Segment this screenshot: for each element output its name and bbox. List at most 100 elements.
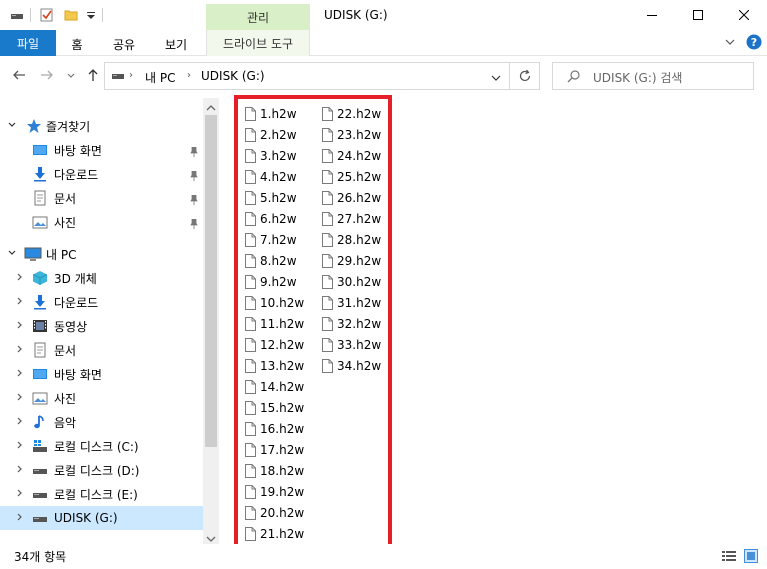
- close-button[interactable]: [721, 0, 767, 30]
- nav-item-label: UDISK (G:): [54, 511, 118, 525]
- document-icon: [32, 342, 48, 358]
- desktop-icon: [32, 142, 48, 158]
- chevron-right-icon[interactable]: [14, 416, 26, 429]
- refresh-button[interactable]: [510, 62, 540, 90]
- chevron-right-icon[interactable]: [14, 320, 26, 333]
- desktop-icon: [32, 366, 48, 382]
- address-dropdown-icon[interactable]: [491, 72, 501, 86]
- drive-icon: [32, 486, 48, 502]
- nav-item-desktop[interactable]: 바탕 화면: [0, 362, 203, 386]
- chevron-right-icon[interactable]: [14, 488, 26, 501]
- pin-icon[interactable]: [190, 218, 198, 229]
- pin-icon[interactable]: [190, 194, 198, 205]
- title-bar: 관리 UDISK (G:): [0, 0, 767, 32]
- computer-icon: [24, 246, 42, 262]
- details-view-icon[interactable]: [722, 550, 736, 565]
- windows-drive-icon: [32, 438, 48, 454]
- scroll-up-icon[interactable]: [206, 101, 216, 115]
- nav-item-local-disk-d[interactable]: 로컬 디스크 (D:): [0, 458, 203, 482]
- nav-item-downloads[interactable]: 다운로드: [0, 162, 203, 186]
- divider: [102, 8, 103, 22]
- status-bar: 34개 항목: [0, 544, 767, 569]
- new-folder-icon[interactable]: [64, 8, 78, 22]
- search-box[interactable]: UDISK (G:) 검색: [552, 62, 754, 90]
- nav-item-pictures[interactable]: 사진: [0, 386, 203, 410]
- nav-item-label: 로컬 디스크 (D:): [54, 463, 140, 478]
- chevron-right-icon[interactable]: [14, 272, 26, 285]
- chevron-right-icon[interactable]: [14, 368, 26, 381]
- nav-item-local-disk-e[interactable]: 로컬 디스크 (E:): [0, 482, 203, 506]
- breadcrumb-this-pc[interactable]: 내 PC: [145, 69, 175, 86]
- chevron-right-icon[interactable]: [14, 344, 26, 357]
- help-icon[interactable]: ?: [746, 34, 762, 53]
- address-bar[interactable]: › 내 PC › UDISK (G:): [104, 62, 510, 90]
- nav-item-label: 로컬 디스크 (E:): [54, 487, 138, 502]
- forward-arrow-icon[interactable]: [40, 68, 54, 85]
- pin-icon[interactable]: [190, 146, 198, 157]
- music-icon: [32, 414, 48, 430]
- refresh-icon: [519, 69, 530, 82]
- up-arrow-icon[interactable]: [86, 68, 100, 85]
- nav-item-label: 사진: [54, 391, 77, 406]
- nav-item-3d-objects[interactable]: 3D 개체: [0, 266, 203, 290]
- nav-item-label: 문서: [54, 343, 77, 358]
- search-placeholder[interactable]: UDISK (G:) 검색: [593, 69, 682, 86]
- large-icons-view-icon[interactable]: [744, 549, 758, 566]
- ribbon: 파일 홈 공유 보기 드라이브 도구 ?: [0, 30, 767, 56]
- nav-quick-access[interactable]: 즐겨찾기: [0, 114, 203, 138]
- nav-item-local-disk-c[interactable]: 로컬 디스크 (C:): [0, 434, 203, 458]
- nav-item-label: 로컬 디스크 (C:): [54, 439, 139, 454]
- tab-view[interactable]: 보기: [158, 33, 194, 55]
- tab-file[interactable]: 파일: [0, 30, 56, 56]
- star-icon: [26, 118, 42, 134]
- recent-locations-icon[interactable]: [66, 70, 76, 84]
- expand-ribbon-icon[interactable]: [724, 36, 736, 51]
- pictures-icon: [32, 214, 48, 230]
- download-icon: [32, 166, 48, 182]
- drive-icon: [32, 462, 48, 478]
- minimize-button[interactable]: [629, 0, 675, 30]
- breadcrumb-udisk[interactable]: UDISK (G:): [201, 69, 265, 83]
- chevron-right-icon[interactable]: [14, 296, 26, 309]
- download-icon: [32, 294, 48, 310]
- nav-item-documents[interactable]: 문서: [0, 186, 203, 210]
- nav-item-label: 바탕 화면: [54, 367, 102, 382]
- pin-icon[interactable]: [190, 170, 198, 181]
- drive-icon: [32, 510, 48, 526]
- nav-item-pictures[interactable]: 사진: [0, 210, 203, 234]
- window-title: UDISK (G:): [324, 8, 388, 22]
- tab-home[interactable]: 홈: [60, 33, 94, 55]
- chevron-down-icon[interactable]: [6, 120, 18, 133]
- highlight-box: [234, 95, 392, 551]
- chevron-right-icon[interactable]: [14, 464, 26, 477]
- pictures-icon: [32, 390, 48, 406]
- divider: [30, 8, 31, 22]
- customize-quick-access-icon[interactable]: [84, 8, 98, 22]
- breadcrumb-separator[interactable]: ›: [129, 70, 133, 81]
- item-count: 34개 항목: [14, 550, 67, 564]
- nav-item-label: 다운로드: [54, 295, 99, 310]
- drive-icon[interactable]: [10, 8, 24, 22]
- tab-drive-tools[interactable]: 드라이브 도구: [206, 30, 310, 56]
- chevron-right-icon[interactable]: [14, 392, 26, 405]
- nav-item-label: 음악: [54, 415, 77, 430]
- breadcrumb-separator[interactable]: ›: [187, 70, 191, 81]
- nav-item-udisk-g[interactable]: UDISK (G:): [0, 506, 203, 530]
- nav-scrollbar-thumb[interactable]: [205, 115, 217, 447]
- chevron-right-icon[interactable]: [14, 440, 26, 453]
- nav-item-downloads[interactable]: 다운로드: [0, 290, 203, 314]
- tab-share[interactable]: 공유: [106, 33, 142, 55]
- nav-item-desktop[interactable]: 바탕 화면: [0, 138, 203, 162]
- nav-item-videos[interactable]: 동영상: [0, 314, 203, 338]
- nav-item-label: 동영상: [54, 319, 88, 334]
- manage-context-tab[interactable]: 관리: [206, 4, 310, 30]
- nav-item-documents[interactable]: 문서: [0, 338, 203, 362]
- chevron-right-icon[interactable]: [14, 512, 26, 525]
- nav-this-pc[interactable]: 내 PC: [0, 242, 203, 266]
- back-arrow-icon[interactable]: [12, 68, 26, 85]
- maximize-button[interactable]: [675, 0, 721, 30]
- video-icon: [32, 318, 48, 334]
- chevron-down-icon[interactable]: [6, 248, 18, 261]
- nav-item-music[interactable]: 음악: [0, 410, 203, 434]
- properties-icon[interactable]: [40, 8, 54, 22]
